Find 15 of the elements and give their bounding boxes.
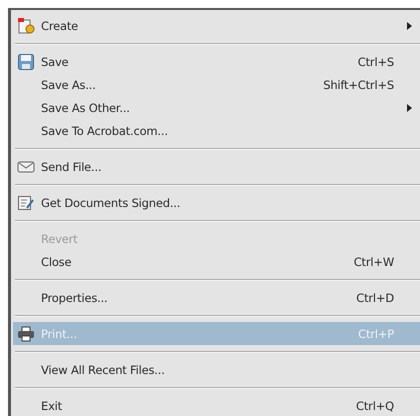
menu-item[interactable]: Save To Acrobat.com...: [13, 119, 420, 142]
menu-item[interactable]: Save As Other...: [13, 96, 420, 119]
menu-item[interactable]: Send File...: [13, 155, 420, 178]
menu-item[interactable]: Properties... Ctrl+D: [13, 286, 420, 309]
menu-item[interactable]: Save Ctrl+S: [13, 50, 420, 73]
menu-item[interactable]: Save As... Shift+Ctrl+S: [13, 73, 420, 96]
document-pen-icon: [17, 194, 35, 212]
menu-item[interactable]: Get Documents Signed...: [13, 191, 420, 214]
menu-item[interactable]: Create: [13, 14, 420, 37]
envelope-icon: [17, 160, 35, 174]
menu-item[interactable]: Close Ctrl+W: [13, 250, 420, 273]
menu-item[interactable]: Exit Ctrl+Q: [13, 394, 420, 416]
document-plus-icon: [17, 16, 35, 34]
menu-item[interactable]: View All Recent Files...: [13, 358, 420, 381]
printer-icon: [17, 326, 35, 342]
